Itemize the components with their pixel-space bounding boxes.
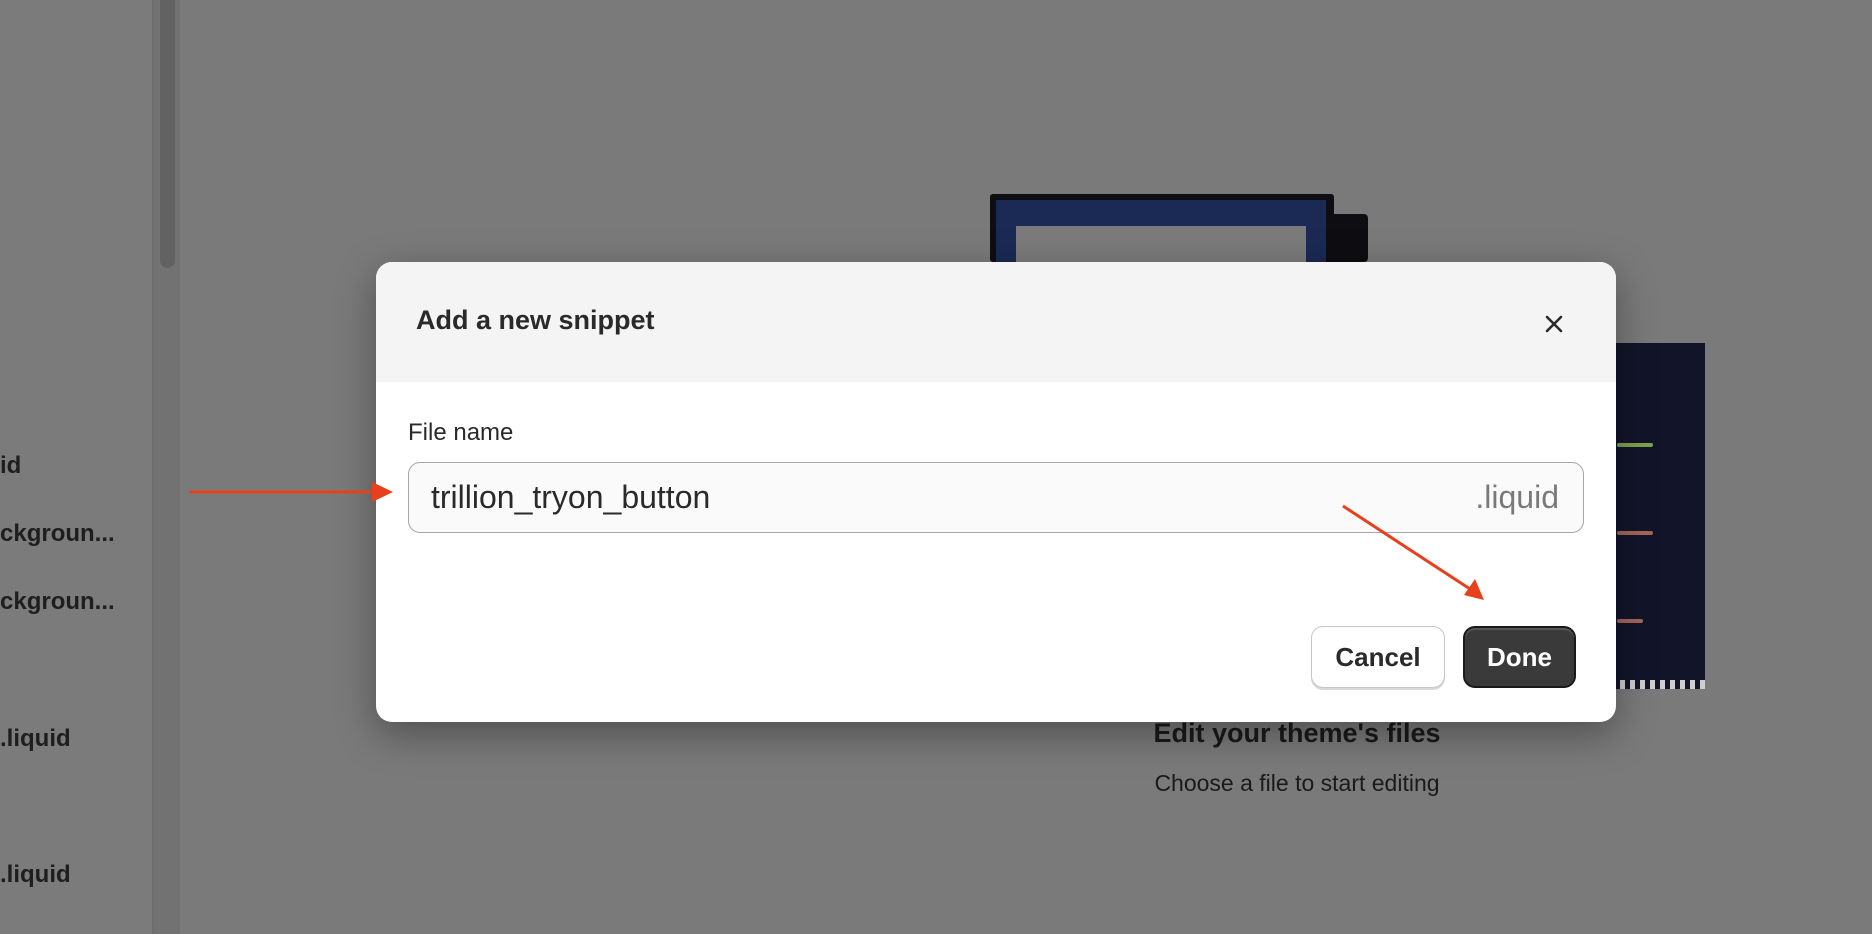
done-button[interactable]: Done bbox=[1463, 626, 1576, 688]
dialog-header: Add a new snippet bbox=[376, 262, 1616, 382]
file-sidebar: id ckgroun... ckgroun... .liquid .liquid bbox=[0, 0, 152, 934]
illustration-code-line bbox=[1617, 619, 1643, 623]
sidebar-file-item[interactable]: .liquid bbox=[0, 725, 71, 753]
file-name-input[interactable] bbox=[431, 463, 1431, 531]
close-icon bbox=[1545, 315, 1563, 333]
sidebar-file-item[interactable]: id bbox=[0, 452, 21, 480]
close-button[interactable] bbox=[1532, 302, 1576, 346]
sidebar-file-item[interactable]: ckgroun... bbox=[0, 588, 115, 616]
sidebar-scrollbar-thumb[interactable] bbox=[160, 0, 175, 268]
dialog-title: Add a new snippet bbox=[416, 305, 655, 335]
file-name-field[interactable]: .liquid bbox=[408, 462, 1584, 533]
empty-state-title: Edit your theme's files bbox=[1153, 718, 1441, 748]
add-snippet-dialog: Add a new snippet File name .liquid Canc… bbox=[376, 262, 1616, 722]
sidebar-file-item[interactable]: .liquid bbox=[0, 861, 71, 889]
file-name-label: File name bbox=[408, 419, 514, 446]
cancel-button[interactable]: Cancel bbox=[1311, 626, 1445, 688]
file-extension-suffix: .liquid bbox=[1475, 479, 1559, 515]
empty-state-subtitle: Choose a file to start editing bbox=[1154, 770, 1440, 796]
illustration-frame-screen bbox=[1016, 226, 1306, 262]
illustration-code-line bbox=[1617, 443, 1653, 447]
illustration-code-line bbox=[1617, 531, 1653, 535]
sidebar-file-item[interactable]: ckgroun... bbox=[0, 520, 115, 548]
